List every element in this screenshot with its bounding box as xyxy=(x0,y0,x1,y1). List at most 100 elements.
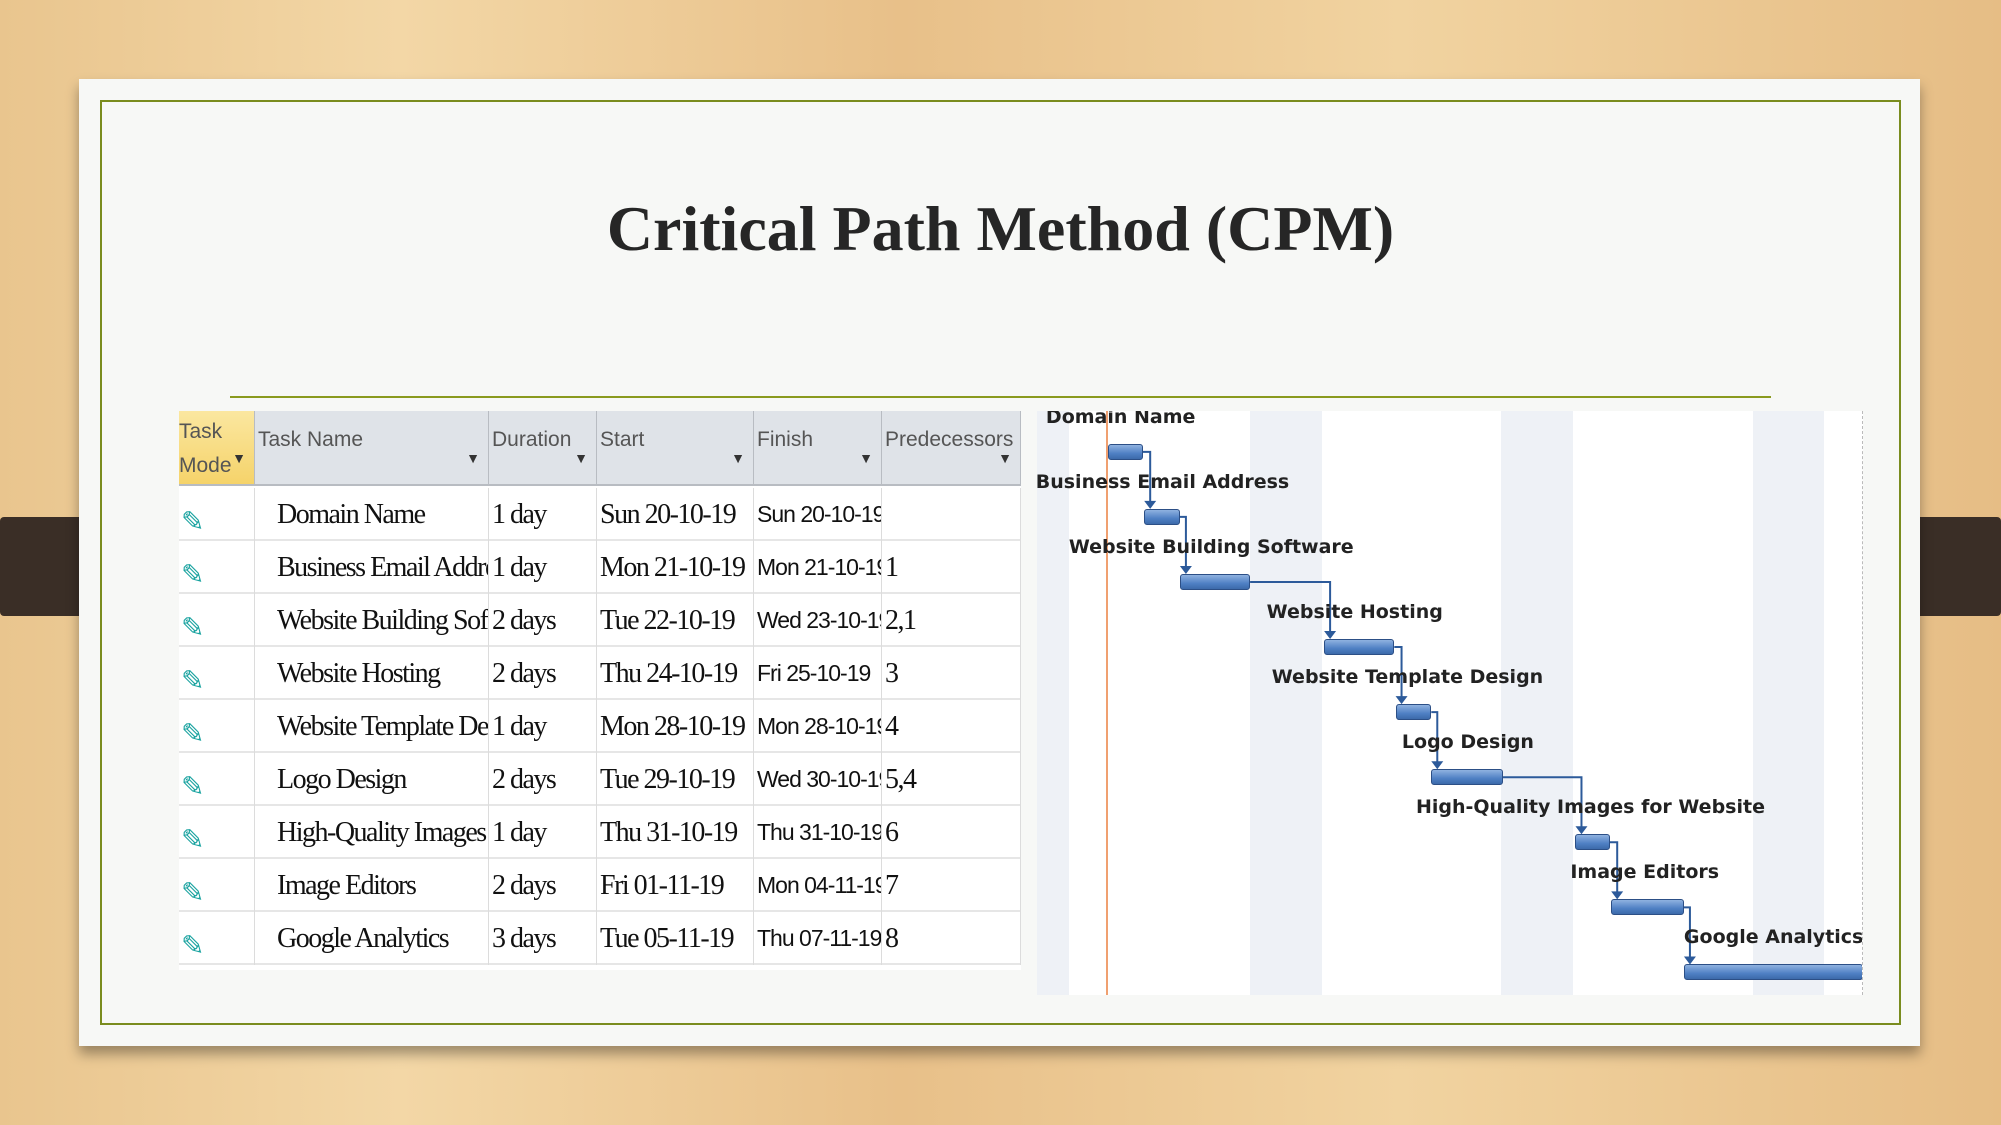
gantt-bar-label: Logo Design xyxy=(1401,731,1534,754)
task-mode-cell: ✎ xyxy=(179,647,255,700)
name-cell: Website Building Software xyxy=(255,594,489,647)
finish-cell: Thu 07-11-19 xyxy=(754,912,882,965)
pred-cell: 1 xyxy=(882,541,1021,594)
gantt-bar[interactable] xyxy=(1683,964,1862,981)
column-header-label: Task Mode xyxy=(179,420,232,477)
gantt-bar-label: Website Hosting xyxy=(1266,601,1443,624)
column-header-label: Start xyxy=(600,428,645,451)
slide-title: Critical Path Method (CPM) xyxy=(606,193,1395,264)
name-cell: Google Analytics xyxy=(255,912,489,965)
dependency-links xyxy=(1142,450,1696,965)
filter-dropdown-icon[interactable]: ▼ xyxy=(731,441,745,475)
task-table: Task Mode ▼ Task Name ▼ Duration ▼ Start ▼ Finis… xyxy=(179,411,1021,970)
filter-dropdown-icon[interactable]: ▼ xyxy=(232,441,246,475)
column-header[interactable]: Finish ▼ xyxy=(754,411,882,486)
gantt-bar-label: Image Editors xyxy=(1570,861,1720,884)
pred-cell xyxy=(882,488,1021,541)
task-mode-cell: ✎ xyxy=(179,859,255,912)
name-cell: Website Template Design xyxy=(255,700,489,753)
pushpin-icon: ✎ xyxy=(181,931,204,962)
duration-cell: 1 day xyxy=(489,541,597,594)
pred-cell: 4 xyxy=(882,700,1021,753)
start-cell: Thu 31-10-19 xyxy=(597,806,754,859)
pred-cell: 2,1 xyxy=(882,594,1021,647)
column-header-label: Task Name xyxy=(258,428,364,451)
finish-cell: Wed 30-10-19 xyxy=(754,753,882,806)
table-row[interactable]: ✎ Google Analytics 3 days Tue 05-11-19 Thu 0… xyxy=(179,912,1021,965)
gantt-bar[interactable] xyxy=(1324,639,1395,656)
table-row[interactable]: ✎ Website Hosting 2 days Thu 24-10-19 Fri 25… xyxy=(179,647,1021,700)
pushpin-icon: ✎ xyxy=(181,507,204,538)
column-header-label: Predecessors xyxy=(885,428,1014,451)
gantt-bar[interactable] xyxy=(1575,834,1610,851)
finish-cell: Thu 31-10-19 xyxy=(754,806,882,859)
gantt-bar[interactable] xyxy=(1431,769,1503,786)
finish-cell: Mon 28-10-19 xyxy=(754,700,882,753)
filter-dropdown-icon[interactable]: ▼ xyxy=(574,441,588,475)
name-cell: Business Email Address xyxy=(255,541,489,594)
gantt-bar[interactable] xyxy=(1179,573,1251,590)
pred-cell: 8 xyxy=(882,912,1021,965)
finish-cell: Mon 04-11-19 xyxy=(754,859,882,912)
start-cell: Tue 22-10-19 xyxy=(597,594,754,647)
task-mode-cell: ✎ xyxy=(179,912,255,965)
table-row[interactable]: ✎ Website Building Software2 daysTue 22-1… xyxy=(179,594,1021,647)
start-cell: Sun 20-10-19 xyxy=(597,488,754,541)
pushpin-icon: ✎ xyxy=(181,666,204,697)
column-header[interactable]: Duration ▼ xyxy=(489,411,597,486)
gantt-bar-label: Google Analytics xyxy=(1683,926,1863,949)
table-row[interactable]: ✎ Domain Name 1 day Sun 20-10-19 Sun 20-10-1… xyxy=(179,488,1021,541)
gantt-bar[interactable] xyxy=(1395,704,1432,721)
filter-dropdown-icon[interactable]: ▼ xyxy=(466,441,480,475)
task-mode-cell: ✎ xyxy=(179,594,255,647)
gantt-bar-label: Business Email Address xyxy=(1037,470,1290,493)
start-cell: Tue 05-11-19 xyxy=(597,912,754,965)
table-row[interactable]: ✎ Logo Design 2 days Tue 29-10-19 Wed 30-10-… xyxy=(179,753,1021,806)
pushpin-icon: ✎ xyxy=(181,560,204,591)
finish-cell: Wed 23-10-19 xyxy=(754,594,882,647)
task-mode-cell: ✎ xyxy=(179,700,255,753)
gantt-chart: Domain Name Business Email Address Website… xyxy=(1037,411,1863,995)
task-mode-cell: ✎ xyxy=(179,488,255,541)
duration-cell: 2 days xyxy=(489,753,597,806)
pushpin-icon: ✎ xyxy=(181,613,204,644)
column-header[interactable]: Task Name ▼ xyxy=(255,411,489,486)
pred-cell: 5,4 xyxy=(882,753,1021,806)
start-cell: Thu 24-10-19 xyxy=(597,647,754,700)
name-cell: Website Hosting xyxy=(255,647,489,700)
pushpin-icon: ✎ xyxy=(181,825,204,856)
gantt-bar[interactable] xyxy=(1108,443,1143,460)
pred-cell: 7 xyxy=(882,859,1021,912)
duration-cell: 3 days xyxy=(489,912,597,965)
gantt-bar[interactable] xyxy=(1611,899,1684,916)
finish-cell: Sun 20-10-19 xyxy=(754,488,882,541)
today-line xyxy=(1106,411,1108,995)
filter-dropdown-icon[interactable]: ▼ xyxy=(859,441,873,475)
finish-cell: Mon 21-10-19 xyxy=(754,541,882,594)
pushpin-icon: ✎ xyxy=(181,719,204,750)
start-cell: Mon 28-10-19 xyxy=(597,700,754,753)
column-header[interactable]: Predecessors ▼ xyxy=(882,411,1021,486)
table-row[interactable]: ✎ Business Email Address1 day Mon 21-10-19… xyxy=(179,541,1021,594)
name-cell: Logo Design xyxy=(255,753,489,806)
gantt-bar-label: Domain Name xyxy=(1045,411,1196,428)
duration-cell: 2 days xyxy=(489,647,597,700)
gantt-bar[interactable] xyxy=(1144,508,1180,525)
start-cell: Tue 29-10-19 xyxy=(597,753,754,806)
column-header[interactable]: Start ▼ xyxy=(597,411,754,486)
table-row[interactable]: ✎Website Template Design1 dayMon 28-10-1… xyxy=(179,700,1021,753)
pushpin-icon: ✎ xyxy=(181,878,204,909)
column-header-label: Finish xyxy=(757,428,814,451)
start-cell: Fri 01-11-19 xyxy=(597,859,754,912)
filter-dropdown-icon[interactable]: ▼ xyxy=(998,441,1012,475)
duration-cell: 2 days xyxy=(489,594,597,647)
table-row[interactable]: ✎High-Quality Images for Website1 dayThu… xyxy=(179,806,1021,859)
column-header-label: Duration xyxy=(492,428,572,451)
table-row[interactable]: ✎ Image Editors 2 days Fri 01-11-19 Mon 04-1… xyxy=(179,859,1021,912)
duration-cell: 1 day xyxy=(489,806,597,859)
column-header[interactable]: Task Mode ▼ xyxy=(179,411,255,486)
task-mode-cell: ✎ xyxy=(179,753,255,806)
task-mode-cell: ✎ xyxy=(179,806,255,859)
name-cell: High-Quality Images for Website xyxy=(255,806,489,859)
task-mode-cell: ✎ xyxy=(179,541,255,594)
